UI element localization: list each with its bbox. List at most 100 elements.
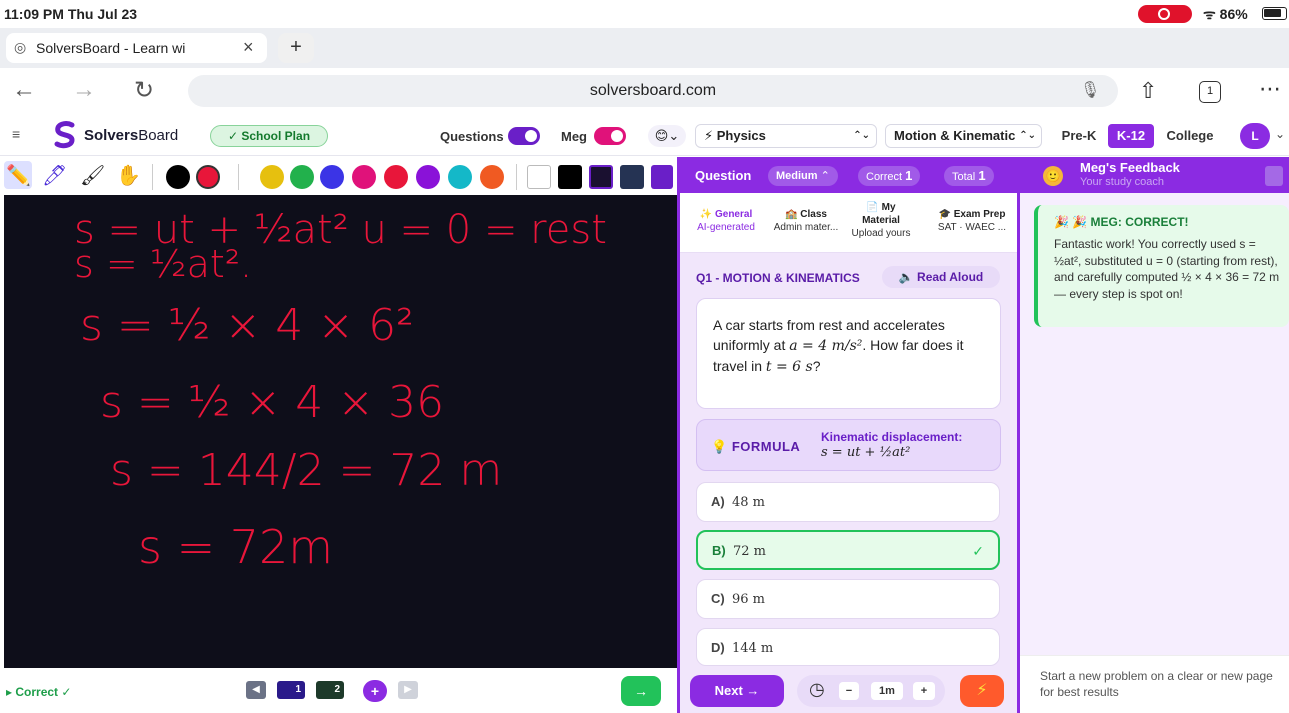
color-cyan[interactable] [448,165,472,189]
difficulty-select[interactable]: Medium ⌃ [768,166,838,186]
color-red[interactable] [384,165,408,189]
hand-icon[interactable]: ✋ [116,163,141,188]
reload-icon[interactable]: ↻ [134,76,154,105]
share-icon[interactable]: ⇧ [1139,78,1157,104]
browser-tab[interactable]: ◎ SolversBoard - Learn wi × [6,33,267,63]
prev-page-icon[interactable]: ◀ [246,681,266,699]
formula-name: Kinematic displacement: [821,430,963,444]
tab-close-icon[interactable]: × [243,37,254,58]
timer-value: 1m [871,682,903,700]
bg-dark-selected[interactable] [589,165,613,189]
bg-purple[interactable] [651,165,673,189]
add-page-button[interactable]: + [363,680,387,702]
new-tab-button[interactable]: + [278,33,314,63]
color-magenta[interactable] [352,165,376,189]
read-aloud-button[interactable]: 🔈 Read Aloud [882,266,1000,288]
feedback-footer-text: Start a new problem on a clear or new pa… [1040,669,1273,699]
difficulty-value: Medium [776,170,818,182]
color-orange[interactable] [480,165,504,189]
total-count-badge: Total 1 [944,166,994,186]
battery-percent: 86% [1219,6,1248,22]
board-line-4: s = ½ × 4 × 36 [100,377,444,428]
topic-select[interactable]: Motion & Kinematic ⌃⌄ [885,124,1042,148]
back-arrow-icon[interactable]: ← [12,76,36,104]
color-blue[interactable] [320,165,344,189]
subject-value: ⚡ Physics [704,128,766,143]
feedback-card-body: Fantastic work! You correctly used s = ½… [1054,237,1280,301]
source-class-title: Class [800,209,827,220]
bg-white[interactable] [527,165,551,189]
board-status: ▸ Correct ✓ [6,685,72,699]
question-text-e: ? [812,358,821,374]
avatar-chevron-icon[interactable]: ⌄ [1275,127,1285,141]
meg-toggle[interactable] [594,127,626,145]
color-green[interactable] [290,165,314,189]
emoji-picker-button[interactable]: 😊⌄ [648,125,686,147]
coach-avatar-icon: 🙂 [1043,166,1063,186]
questions-toggle[interactable] [508,127,540,145]
school-plan-badge: ✓ School Plan [210,125,328,147]
formula-expression: s = ut + ½at² [821,445,911,460]
level-k12[interactable]: K-12 [1108,124,1154,148]
option-c-key: C) [711,591,725,606]
subject-select[interactable]: ⚡ Physics ⌃⌄ [695,124,877,148]
timer-decrease-button[interactable]: − [839,682,859,700]
option-a[interactable]: A) 48 m [696,482,1000,522]
trash-icon[interactable] [1265,166,1283,186]
page-2-button[interactable]: 2 [316,681,344,699]
next-page-icon[interactable]: ▶ [398,681,418,699]
source-tab-general[interactable]: ✨ General AI-generated [684,208,768,234]
lightbulb-icon: 💡 [711,439,728,454]
color-purple[interactable] [416,165,440,189]
app-root: 11:09 PM Thu Jul 23 ᯤ 86% ◎ SolversBoard… [0,0,1289,713]
avatar[interactable]: L [1240,123,1270,149]
source-tab-my-material[interactable]: 📄 My Material Upload yours [848,201,914,240]
option-d-key: D) [711,640,725,655]
level-prek[interactable]: Pre-K [1056,124,1102,148]
next-button[interactable]: Next → [690,675,784,707]
forward-arrow-icon[interactable]: → [72,76,96,104]
source-general-sub: AI-generated [697,222,755,233]
color-red-selected[interactable] [196,165,220,189]
feedback-subtitle: Your study coach [1080,176,1164,188]
url-bar[interactable]: solversboard.com [188,75,1118,107]
color-black[interactable] [166,165,190,189]
source-tab-class[interactable]: 🏫 Class Admin mater... [764,208,848,234]
option-b-key: B) [712,543,726,558]
solversboard-logo-icon [54,121,75,149]
color-yellow[interactable] [260,165,284,189]
status-time: 11:09 PM Thu Jul 23 [4,6,138,22]
correct-count-badge: Correct 1 [858,166,921,186]
speaker-icon: 🔈 [898,270,914,284]
brush-icon[interactable]: 🖌 [80,163,105,188]
whiteboard-canvas[interactable]: s = ut + ½at² u = 0 = rest s = ½at². s =… [4,195,677,668]
hamburger-menu-icon[interactable]: ≡ [12,126,20,142]
page-1-button[interactable]: 1 [277,681,305,699]
check-icon: ✓ [972,543,984,559]
timer-control: ◷ − 1m + [797,675,945,707]
bg-navy[interactable] [620,165,644,189]
brand-light: Board [138,127,179,144]
option-b[interactable]: B) 72 m ✓ [696,530,1000,570]
more-menu-icon[interactable]: ⋯ [1259,76,1281,102]
source-tab-exam-prep[interactable]: 🎓 Exam Prep SAT · WAEC ... [930,208,1014,234]
tab-count-button[interactable]: 1 [1199,81,1221,103]
timer-increase-button[interactable]: + [913,682,935,700]
source-material-sub: Upload yours [851,228,911,239]
board-status-text: Correct ✓ [15,685,72,699]
formula-label-text: FORMULA [731,439,801,454]
pen-icon[interactable]: 🖊 [42,163,67,188]
option-c-value: 96 m [731,592,765,607]
board-submit-button[interactable]: → [621,676,661,706]
level-college[interactable]: College [1160,124,1220,148]
option-d[interactable]: D) 144 m [696,628,1000,666]
board-line-3: s = ½ × 4 × 6² [80,300,414,351]
pencil-icon[interactable]: ✏️ [6,163,31,188]
option-c[interactable]: C) 96 m [696,579,1000,619]
source-material-title: My Material [862,202,900,226]
battery-icon [1262,7,1287,20]
option-b-value: 72 m [732,544,766,559]
bg-black[interactable] [558,165,582,189]
microphone-icon[interactable]: 🎙 [1080,80,1100,100]
lightning-icon[interactable]: ⚡ [960,675,1004,707]
